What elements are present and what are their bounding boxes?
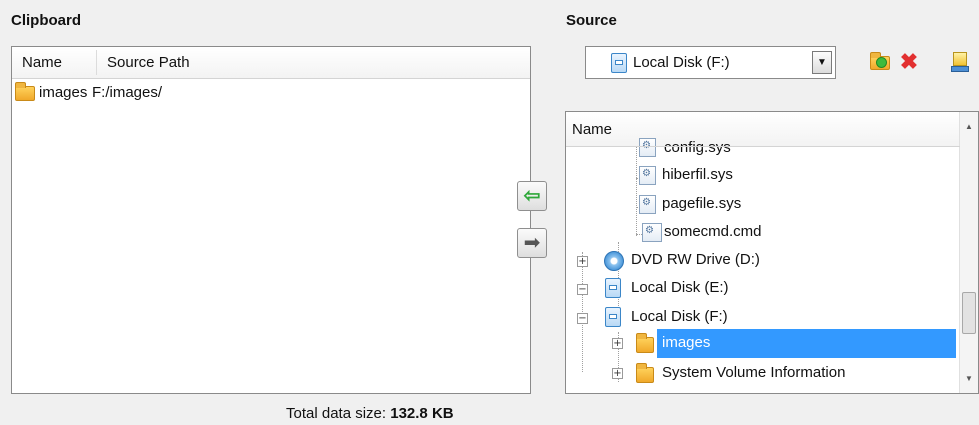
drive-icon — [611, 53, 627, 73]
delete-button[interactable]: ✖ — [898, 49, 920, 74]
file-icon — [639, 166, 656, 185]
tree-scrollbar[interactable]: ▲ ▼ — [959, 112, 978, 393]
arrow-left-icon: ⇦ — [523, 185, 541, 207]
scroll-thumb[interactable] — [962, 292, 976, 334]
total-data-size: Total data size: 132.8 KB — [286, 405, 454, 422]
tree-item-label: Local Disk (E:) — [631, 279, 729, 296]
chevron-down-icon[interactable]: ▼ — [812, 51, 832, 74]
dvd-drive-icon — [604, 251, 624, 271]
properties-icon — [951, 52, 969, 72]
tree-item-folder[interactable]: + System Volume Information — [566, 359, 960, 388]
tree-item-dvd-drive[interactable]: + DVD RW Drive (D:) — [566, 246, 960, 275]
delete-icon: ✖ — [899, 49, 919, 74]
scroll-down-icon[interactable]: ▼ — [965, 374, 973, 383]
column-header-source-path[interactable]: Source Path — [107, 54, 190, 71]
tree-item-label: Local Disk (F:) — [631, 308, 728, 325]
total-data-size-label: Total data size: — [286, 405, 387, 422]
drive-icon — [605, 307, 621, 327]
drive-select[interactable]: Local Disk (F:) ▼ — [585, 46, 836, 79]
tree-item-file[interactable]: pagefile.sys — [566, 190, 960, 219]
collapse-icon[interactable]: − — [577, 284, 588, 295]
file-icon — [639, 195, 656, 214]
expand-icon[interactable]: + — [612, 338, 623, 349]
tree-item-label: somecmd.cmd — [664, 223, 762, 240]
add-to-clipboard-button[interactable]: ⇦ — [517, 181, 547, 211]
tree-item-drive[interactable]: − Local Disk (F:) — [566, 303, 960, 332]
properties-button[interactable] — [949, 51, 971, 73]
tree-item-label: config.sys — [664, 139, 731, 156]
clipboard-list-header: Name Source Path — [12, 47, 530, 79]
tree-item-label: System Volume Information — [662, 364, 846, 381]
expand-icon[interactable]: + — [577, 256, 588, 267]
clipboard-list[interactable]: Name Source Path images F:/images/ — [11, 46, 531, 394]
collapse-icon[interactable]: − — [577, 313, 588, 324]
clipboard-row-path: F:/images/ — [92, 84, 163, 101]
tree-item-folder-images[interactable]: + images — [566, 329, 960, 358]
expand-icon[interactable]: + — [612, 368, 623, 379]
drive-select-value: Local Disk (F:) — [633, 54, 730, 71]
new-folder-icon — [870, 52, 890, 70]
tree-item-file[interactable]: hiberfil.sys — [566, 161, 960, 190]
folder-icon — [636, 333, 654, 353]
drive-icon — [605, 278, 621, 298]
arrow-right-icon: ➡ — [523, 232, 541, 254]
file-icon — [639, 138, 656, 157]
tree-item-label: pagefile.sys — [662, 195, 742, 212]
new-folder-button[interactable] — [869, 51, 891, 73]
clipboard-title: Clipboard — [11, 12, 81, 29]
scroll-up-icon[interactable]: ▲ — [965, 122, 973, 131]
tree-item-file[interactable]: somecmd.cmd — [566, 218, 960, 247]
tree-item-label: DVD RW Drive (D:) — [631, 251, 760, 268]
file-icon — [642, 223, 662, 242]
tree-item-label: hiberfil.sys — [662, 166, 733, 183]
remove-from-clipboard-button[interactable]: ➡ — [517, 228, 547, 258]
column-header-name[interactable]: Name — [22, 54, 62, 71]
source-tree[interactable]: Name ▲ ▼ config.sys hiberfil.sys pagefil… — [565, 111, 979, 394]
source-title: Source — [566, 12, 617, 29]
clipboard-row[interactable]: images F:/images/ — [12, 80, 530, 106]
total-data-size-value: 132.8 KB — [390, 405, 454, 422]
folder-icon — [636, 363, 654, 383]
column-separator[interactable] — [96, 50, 97, 75]
folder-icon — [15, 82, 35, 101]
tree-item-drive[interactable]: − Local Disk (E:) — [566, 274, 960, 303]
tree-item-label: images — [662, 334, 711, 351]
clipboard-row-name: images — [39, 84, 88, 101]
